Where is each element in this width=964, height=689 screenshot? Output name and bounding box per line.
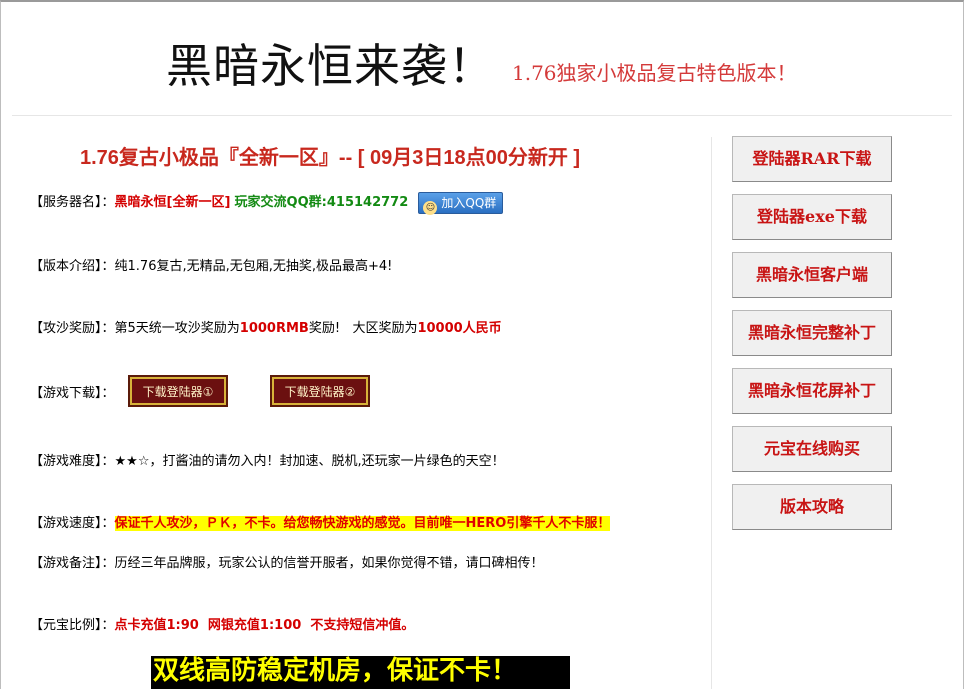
ratio-label: 【元宝比例】： — [30, 618, 115, 633]
version-label: 【版本介绍】： — [30, 259, 115, 274]
version-value: 纯1.76复古,无精品,无包厢,无抽奖,极品最高+4! — [114, 259, 393, 274]
siege-text-1: 第5天统一攻沙奖励为 — [114, 321, 240, 336]
speed-row: 【游戏速度】：保证千人攻沙，ＰＫ，不卡。给您畅快游戏的感觉。目前唯一HERO引擎… — [30, 512, 611, 531]
notes-label: 【游戏备注】： — [30, 556, 115, 571]
difficulty-row: 【游戏难度】：★★☆，打酱油的请勿入内！封加速、脱机,还玩家一片绿色的天空！ — [30, 450, 505, 469]
screen-glitch-patch-button[interactable]: 黑暗永恒花屏补丁 — [732, 368, 892, 414]
version-guide-button[interactable]: 版本攻略 — [732, 484, 892, 530]
siege-text-2: 奖励! 大区奖励为 — [308, 321, 418, 336]
buy-yuanbao-button[interactable]: 元宝在线购买 — [732, 426, 892, 472]
speed-value: 保证千人攻沙，ＰＫ，不卡。给您畅快游戏的感觉。目前唯一HERO引擎千人不卡服！ — [114, 516, 611, 531]
qq-group-text: 玩家交流QQ群:415142772 — [234, 195, 409, 210]
page-title: 黑暗永恒来袭！ — [166, 39, 495, 93]
download-label: 【游戏下载】： — [30, 386, 115, 401]
server-headline: 1.76复古小极品『全新一区』-- [ 09月3日18点00分新开 ] — [80, 147, 581, 169]
server-label: 【服务器名】： — [30, 195, 115, 210]
server-name: 黑暗永恒[全新一区] — [114, 195, 231, 210]
server-row: 【服务器名】：黑暗永恒[全新一区] 玩家交流QQ群:415142772 ☺ 加入Q… — [30, 191, 504, 215]
siege-amount-2: 10000人民币 — [417, 321, 502, 336]
sidebar-divider — [711, 137, 712, 689]
ratio-row: 【元宝比例】：点卡充值1:90 网银充值1:100 不支持短信冲值。 — [30, 614, 414, 633]
header-divider — [12, 115, 952, 116]
version-row: 【版本介绍】：纯1.76复古,无精品,无包厢,无抽奖,极品最高+4! — [30, 255, 392, 274]
full-patch-button[interactable]: 黑暗永恒完整补丁 — [732, 310, 892, 356]
ratio-value: 点卡充值1:90 网银充值1:100 不支持短信冲值。 — [114, 618, 415, 633]
difficulty-value: ★★☆，打酱油的请勿入内！封加速、脱机,还玩家一片绿色的天空！ — [114, 454, 505, 469]
qq-group-icon: ☺ — [423, 200, 438, 215]
siege-label: 【攻沙奖励】： — [30, 321, 115, 336]
download-row: 【游戏下载】： — [30, 382, 115, 401]
promo-banner: 双线高防稳定机房，保证不卡！ — [151, 656, 570, 689]
client-download-button[interactable]: 黑暗永恒客户端 — [732, 252, 892, 298]
download-launcher-2-button[interactable]: 下载登陆器② — [272, 377, 368, 405]
page-subtitle: 1.76独家小极品复古特色版本！ — [512, 61, 797, 85]
join-qq-button[interactable]: ☺ 加入QQ群 — [418, 191, 504, 215]
download-launcher-1-button[interactable]: 下载登陆器① — [130, 377, 226, 405]
siege-amount-1: 1000RMB — [239, 321, 309, 336]
difficulty-label: 【游戏难度】： — [30, 454, 115, 469]
notes-row: 【游戏备注】：历经三年品牌服，玩家公认的信誉开服者，如果你觉得不错，请口碑相传！ — [30, 552, 544, 571]
speed-label: 【游戏速度】： — [30, 516, 115, 531]
launcher-rar-download-button[interactable]: 登陆器RAR下载 — [732, 136, 892, 182]
notes-value: 历经三年品牌服，玩家公认的信誉开服者，如果你觉得不错，请口碑相传！ — [114, 556, 544, 571]
launcher-exe-download-button[interactable]: 登陆器exe下载 — [732, 194, 892, 240]
siege-row: 【攻沙奖励】：第5天统一攻沙奖励为1000RMB奖励! 大区奖励为10000人民… — [30, 317, 502, 336]
join-qq-label: 加入QQ群 — [441, 195, 497, 210]
